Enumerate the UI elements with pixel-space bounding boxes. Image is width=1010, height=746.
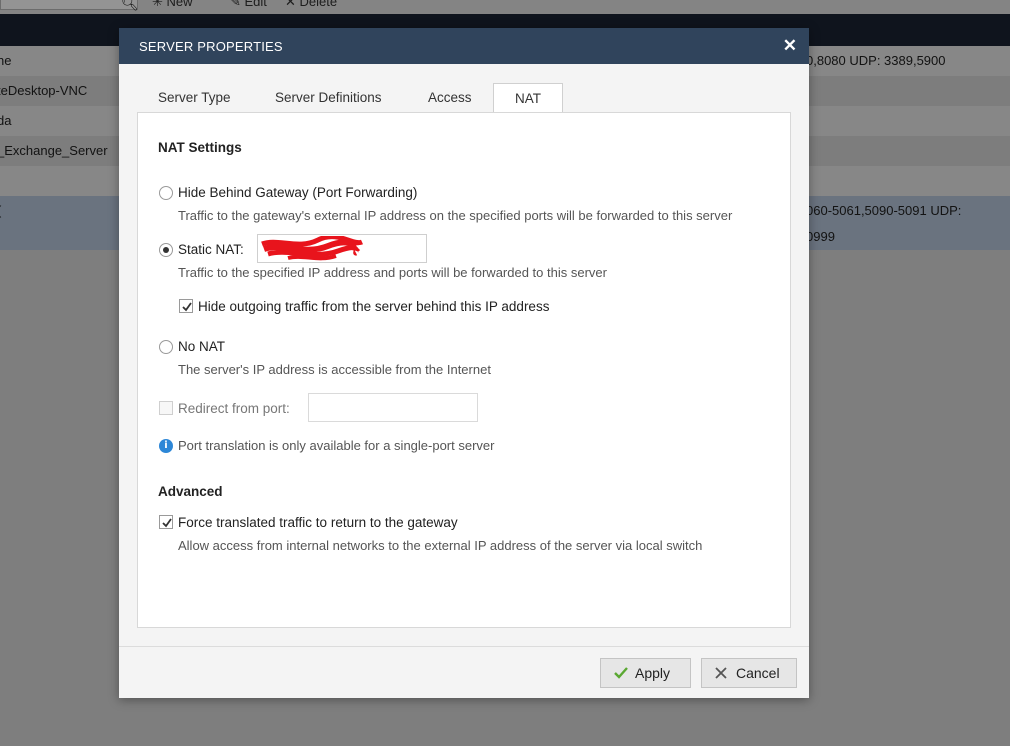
footer-divider (119, 646, 809, 647)
redirect-from-port-checkbox[interactable] (159, 401, 173, 415)
redaction-scribble (261, 236, 364, 261)
cancel-label: Cancel (736, 665, 780, 681)
hide-outgoing-label[interactable]: Hide outgoing traffic from the server be… (198, 299, 549, 314)
force-translated-desc: Allow access from internal networks to t… (178, 538, 703, 553)
checkmark-icon (182, 302, 192, 312)
hide-behind-gateway-radio[interactable] (159, 186, 173, 200)
dialog-titlebar: SERVER PROPERTIES ✕ (119, 28, 809, 64)
static-nat-radio[interactable] (159, 243, 173, 257)
checkmark-icon (162, 518, 172, 528)
info-icon: i (159, 439, 173, 453)
force-translated-label[interactable]: Force translated traffic to return to th… (178, 515, 458, 530)
nat-settings-heading: NAT Settings (158, 140, 242, 155)
redirect-from-port-label: Redirect from port: (178, 401, 290, 416)
static-nat-ip-input[interactable] (257, 234, 427, 263)
tab-server-type[interactable]: Server Type (137, 83, 252, 113)
check-icon (614, 667, 628, 679)
tab-server-definitions[interactable]: Server Definitions (254, 83, 403, 113)
tab-nat[interactable]: NAT (493, 83, 563, 114)
port-translation-info: Port translation is only available for a… (178, 438, 495, 453)
hide-behind-gateway-desc: Traffic to the gateway's external IP add… (178, 208, 733, 223)
redirect-port-input[interactable] (308, 393, 478, 422)
no-nat-desc: The server's IP address is accessible fr… (178, 362, 491, 377)
cancel-button[interactable]: Cancel (701, 658, 797, 688)
hide-behind-gateway-label[interactable]: Hide Behind Gateway (Port Forwarding) (178, 185, 417, 200)
nat-panel: NAT Settings Hide Behind Gateway (Port F… (137, 112, 791, 628)
apply-button[interactable]: Apply (600, 658, 691, 688)
no-nat-radio[interactable] (159, 340, 173, 354)
tab-access[interactable]: Access (407, 83, 493, 113)
x-icon (715, 667, 727, 679)
hide-outgoing-checkbox[interactable] (179, 299, 193, 313)
advanced-heading: Advanced (158, 484, 223, 499)
apply-label: Apply (635, 665, 671, 681)
dialog-title: SERVER PROPERTIES (139, 39, 283, 54)
force-translated-checkbox[interactable] (159, 515, 173, 529)
close-icon[interactable]: ✕ (783, 36, 797, 56)
no-nat-label[interactable]: No NAT (178, 339, 225, 354)
static-nat-desc: Traffic to the specified IP address and … (178, 265, 607, 280)
static-nat-label[interactable]: Static NAT: (178, 242, 244, 257)
server-properties-dialog: SERVER PROPERTIES ✕ Server Type Server D… (119, 28, 809, 698)
